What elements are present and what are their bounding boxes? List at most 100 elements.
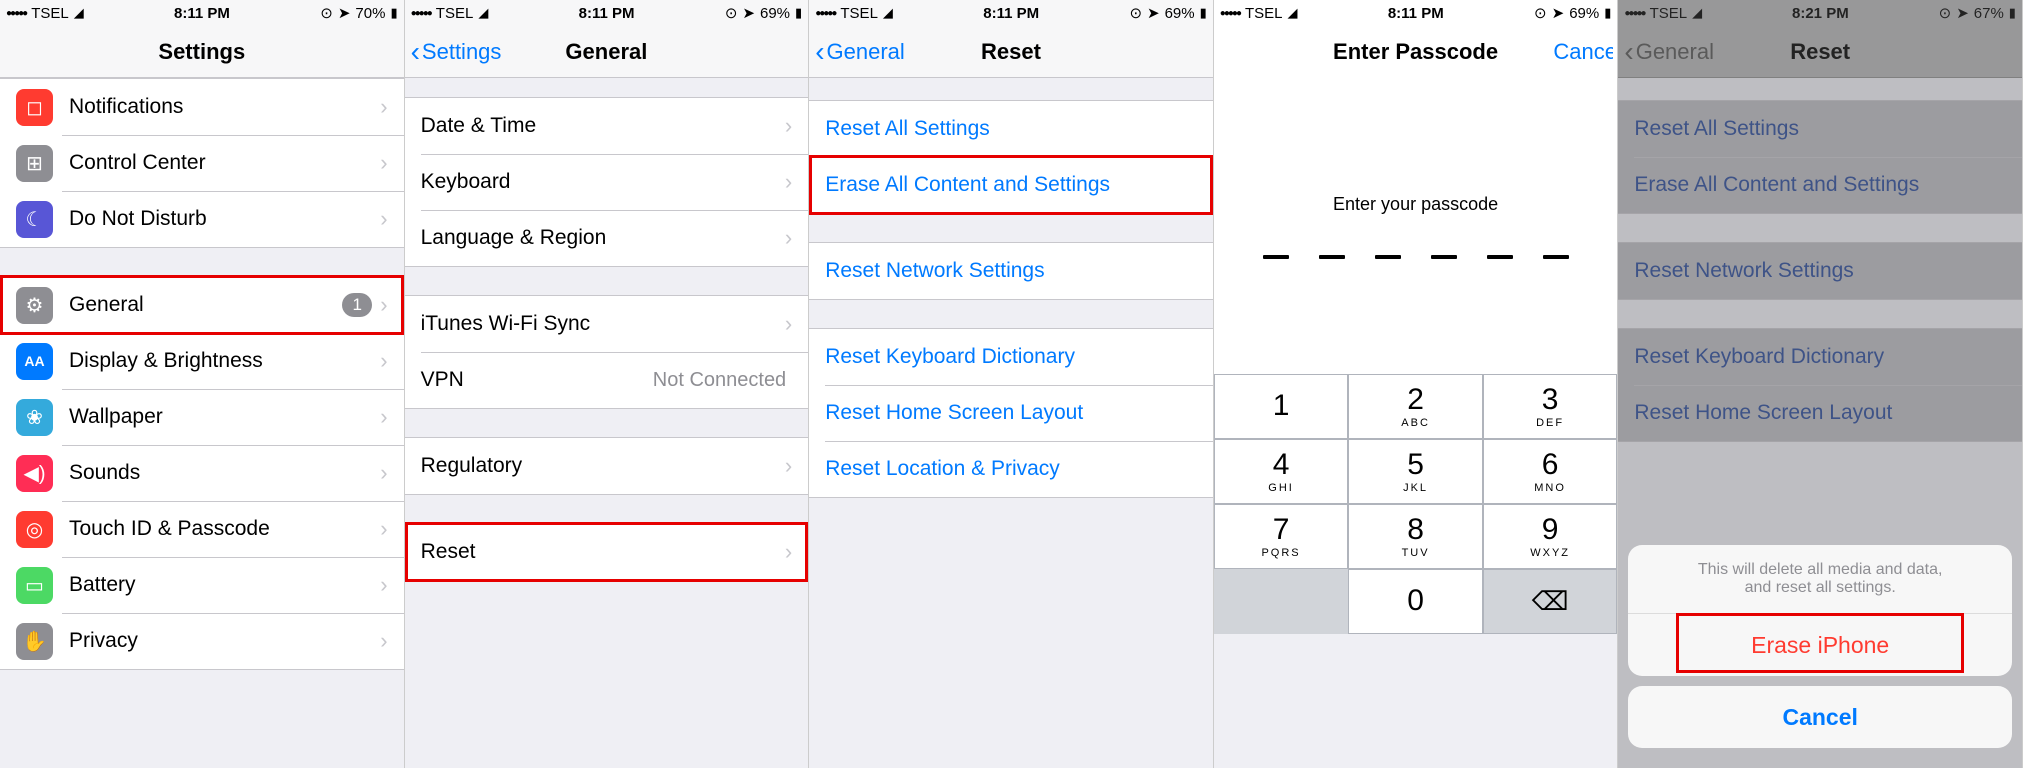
navbar: Settings — [0, 26, 404, 78]
back-button[interactable]: ‹General — [815, 38, 905, 66]
settings-row-battery[interactable]: ▭Battery› — [0, 557, 404, 613]
settings-row-control-center[interactable]: ⊞Control Center› — [0, 135, 404, 191]
row-label: Reset — [421, 540, 785, 564]
carrier: TSEL — [436, 5, 474, 22]
key-letters: DEF — [1536, 417, 1564, 429]
location-icon: ➤ — [742, 4, 755, 22]
battery-pct: 69% — [1569, 5, 1599, 22]
chevron-right-icon: › — [785, 113, 792, 139]
page-title: Settings — [158, 39, 245, 65]
battery-pct: 69% — [1165, 5, 1195, 22]
reset-row-reset-home-screen-layout[interactable]: Reset Home Screen Layout — [809, 385, 1213, 441]
wifi-icon: ◢ — [478, 5, 488, 21]
notif-icon: ◻ — [16, 89, 53, 126]
sound-icon: ◀) — [16, 455, 53, 492]
settings-row-privacy[interactable]: ✋Privacy› — [0, 613, 404, 669]
settings-row-vpn[interactable]: VPNNot Connected — [405, 352, 809, 408]
key-letters: MNO — [1534, 482, 1566, 494]
screen-settings: ●●●●●TSEL◢ 8:11 PM ⊙➤70%▮ Settings ◻Noti… — [0, 0, 405, 768]
row-label: Battery — [69, 573, 380, 597]
passcode-dash — [1487, 255, 1513, 259]
settings-row-reset[interactable]: Reset› — [405, 524, 809, 580]
keypad-key-6[interactable]: 6MNO — [1483, 439, 1618, 504]
reset-row-reset-location-privacy[interactable]: Reset Location & Privacy — [809, 441, 1213, 497]
settings-row-itunes-wi-fi-sync[interactable]: iTunes Wi-Fi Sync› — [405, 296, 809, 352]
sheet-cancel-button[interactable]: Cancel — [1628, 686, 2012, 748]
back-label: Settings — [422, 39, 502, 65]
key-letters: ABC — [1401, 417, 1430, 429]
key-number: 3 — [1542, 385, 1559, 415]
key-number: 7 — [1273, 515, 1290, 545]
keypad-key-3[interactable]: 3 DEF — [1483, 374, 1618, 439]
signal-dots-icon: ●●●●● — [1220, 8, 1240, 19]
reset-row-erase-all-content-and-settings[interactable]: Erase All Content and Settings — [809, 157, 1213, 213]
row-label: Reset Keyboard Dictionary — [825, 345, 1197, 369]
row-label: Date & Time — [421, 114, 785, 138]
backspace-icon: ⌫ — [1532, 586, 1569, 617]
chevron-right-icon: › — [380, 292, 387, 318]
wifi-icon: ◢ — [74, 5, 84, 21]
settings-row-language-region[interactable]: Language & Region› — [405, 210, 809, 266]
reset-row-reset-keyboard-dictionary[interactable]: Reset Keyboard Dictionary — [809, 329, 1213, 385]
reset-row-reset-all-settings[interactable]: Reset All Settings — [809, 101, 1213, 157]
battery-pct: 70% — [355, 5, 385, 22]
keypad-key-8[interactable]: 8 TUV — [1348, 504, 1483, 569]
row-label: Reset Network Settings — [825, 259, 1197, 283]
settings-row-general[interactable]: ⚙General1› — [0, 277, 404, 333]
row-label: Do Not Disturb — [69, 207, 380, 231]
settings-row-keyboard[interactable]: Keyboard› — [405, 154, 809, 210]
cc-icon: ⊞ — [16, 145, 53, 182]
keypad-blank — [1214, 569, 1349, 634]
battery-icon: ▮ — [795, 5, 802, 21]
chevron-right-icon: › — [380, 206, 387, 232]
back-label: General — [827, 39, 905, 65]
badge: 1 — [342, 293, 372, 317]
reset-row-reset-network-settings[interactable]: Reset Network Settings — [809, 243, 1213, 299]
general-list: Date & Time›Keyboard›Language & Region›i… — [405, 78, 809, 768]
key-number: 8 — [1407, 515, 1424, 545]
keypad-key-2[interactable]: 2ABC — [1348, 374, 1483, 439]
chevron-right-icon: › — [380, 516, 387, 542]
key-letters: JKL — [1403, 482, 1428, 494]
key-letters: GHI — [1268, 482, 1294, 494]
settings-row-date-time[interactable]: Date & Time› — [405, 98, 809, 154]
aa-icon: AA — [16, 343, 53, 380]
settings-row-notifications[interactable]: ◻Notifications› — [0, 79, 404, 135]
alarm-icon: ⊙ — [1534, 4, 1547, 22]
status-time: 8:11 PM — [1388, 5, 1444, 22]
carrier: TSEL — [31, 5, 69, 22]
key-letters: TUV — [1402, 547, 1430, 559]
keypad-key-9[interactable]: 9WXYZ — [1483, 504, 1618, 569]
alarm-icon: ⊙ — [1129, 4, 1142, 22]
wifi-icon: ◢ — [1288, 5, 1298, 21]
alarm-icon: ⊙ — [320, 4, 333, 22]
chevron-right-icon: › — [785, 311, 792, 337]
erase-iphone-button[interactable]: Erase iPhone — [1628, 614, 2012, 676]
settings-row-wallpaper[interactable]: ❀Wallpaper› — [0, 389, 404, 445]
action-sheet: This will delete all media and data,and … — [1628, 545, 2012, 758]
passcode-dash — [1263, 255, 1289, 259]
signal-dots-icon: ●●●●● — [815, 8, 835, 19]
key-number: 4 — [1273, 450, 1290, 480]
chevron-left-icon: ‹ — [815, 38, 824, 66]
settings-row-touch-id-passcode[interactable]: ◎Touch ID & Passcode› — [0, 501, 404, 557]
settings-row-sounds[interactable]: ◀)Sounds› — [0, 445, 404, 501]
keypad-delete-button[interactable]: ⌫ — [1483, 569, 1618, 634]
cancel-button[interactable]: Cancel — [1553, 39, 1613, 65]
keypad-key-1[interactable]: 1 — [1214, 374, 1349, 439]
keypad-key-7[interactable]: 7PQRS — [1214, 504, 1349, 569]
status-bar: ●●●●●TSEL◢ 8:11 PM ⊙➤69%▮ — [809, 0, 1213, 26]
keypad-key-4[interactable]: 4 GHI — [1214, 439, 1349, 504]
navbar: Enter Passcode Cancel — [1214, 26, 1618, 78]
page-title: General — [565, 39, 647, 65]
settings-row-regulatory[interactable]: Regulatory› — [405, 438, 809, 494]
keypad-key-5[interactable]: 5JKL — [1348, 439, 1483, 504]
row-label: Control Center — [69, 151, 380, 175]
settings-row-display-brightness[interactable]: AADisplay & Brightness› — [0, 333, 404, 389]
back-button[interactable]: ‹Settings — [411, 38, 502, 66]
keypad-key-0[interactable]: 0 — [1348, 569, 1483, 634]
passcode-dash — [1431, 255, 1457, 259]
settings-row-do-not-disturb[interactable]: ☾Do Not Disturb› — [0, 191, 404, 247]
navbar: ‹Settings General — [405, 26, 809, 78]
battery-pct: 69% — [760, 5, 790, 22]
